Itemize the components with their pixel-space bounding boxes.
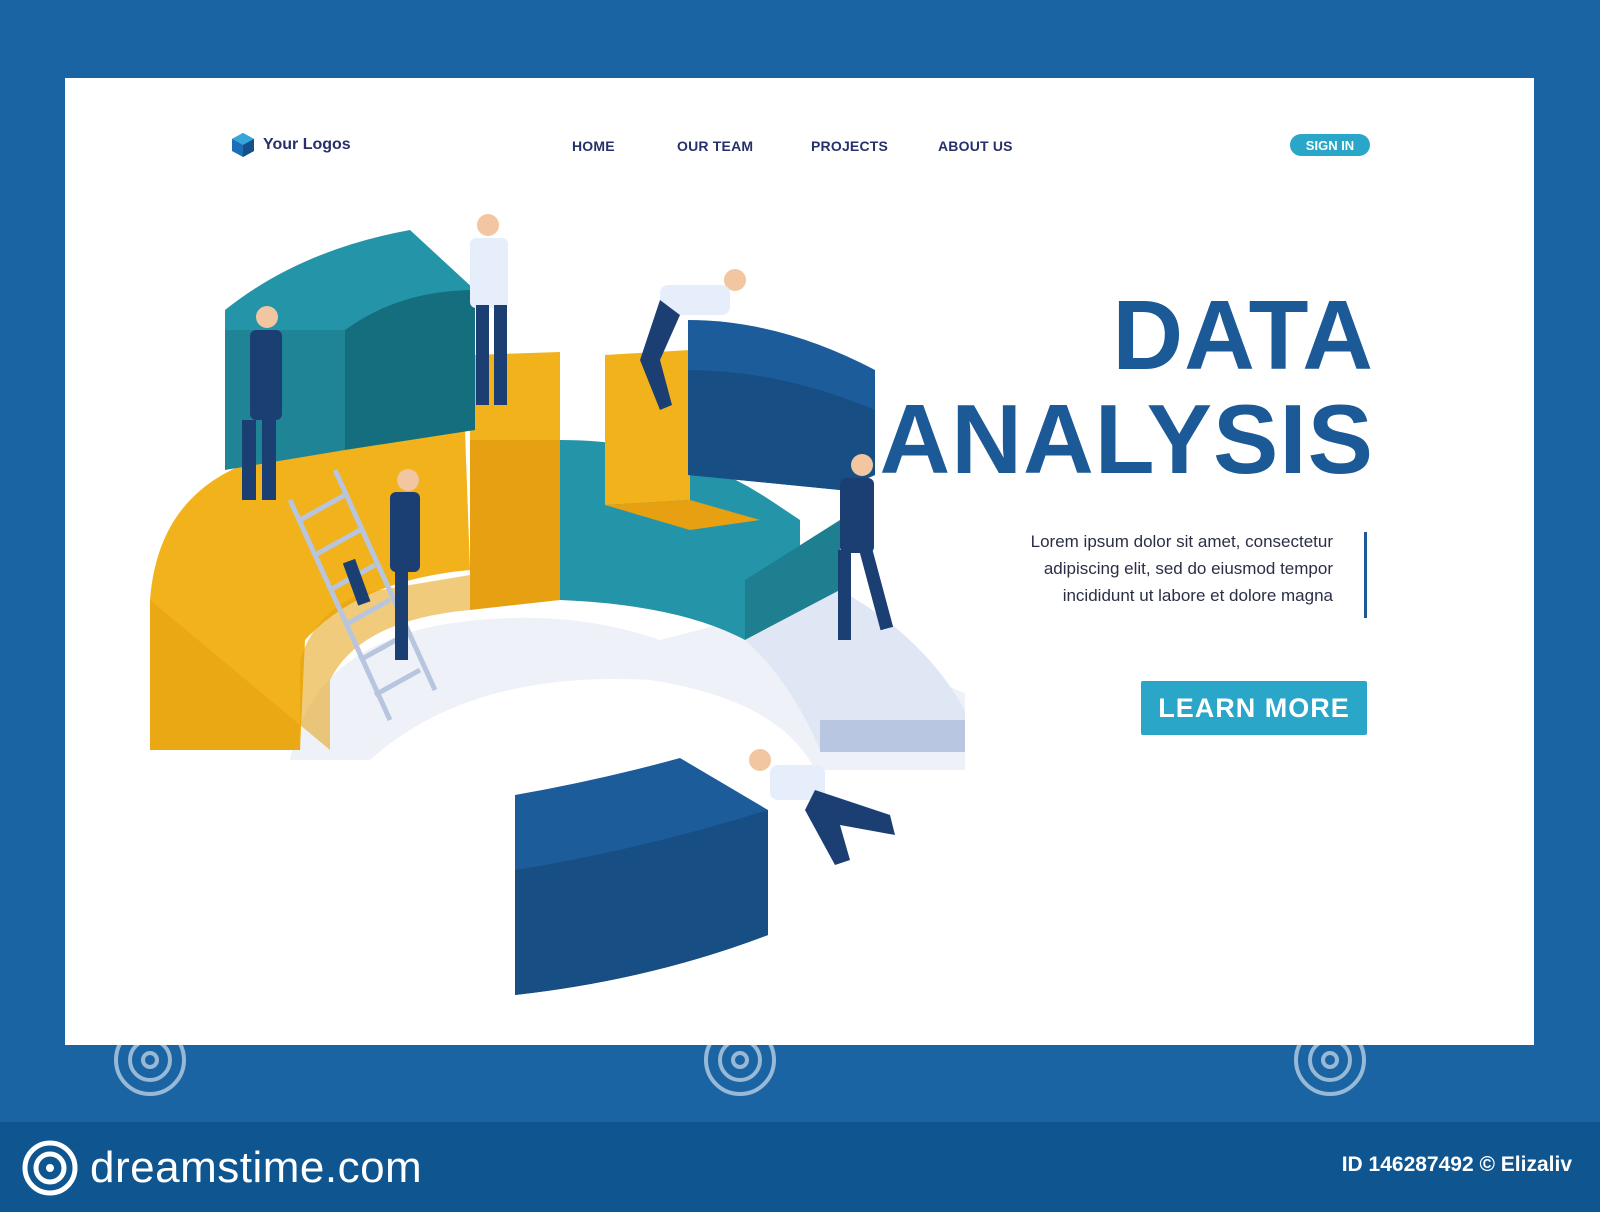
watermark-swirl-icon (114, 1024, 186, 1096)
logo-text: Your Logos (263, 136, 351, 153)
nav-our-team[interactable]: OUR TEAM (677, 138, 753, 154)
hero-description: Lorem ipsum dolor sit amet, consectetur … (1025, 528, 1333, 609)
landing-page-card: Your Logos HOME OUR TEAM PROJECTS ABOUT … (65, 78, 1534, 1045)
hero-title-line-1: DATA (1112, 280, 1374, 390)
learn-more-button[interactable]: LEARN MORE (1141, 681, 1367, 735)
nav-home[interactable]: HOME (572, 138, 615, 154)
watermark-swirl-icon (704, 1024, 776, 1096)
nav-about-us[interactable]: ABOUT US (938, 138, 1013, 154)
pie-chart-illustration (150, 214, 965, 995)
hexagon-cube-icon (232, 133, 254, 157)
description-line-3: incididunt ut labore et dolore magna (1062, 586, 1333, 605)
brand-logo[interactable]: Your Logos (231, 132, 351, 158)
watermark-swirl-icon (1294, 1024, 1366, 1096)
footer-bar: dreamstime.com ID 146287492 © Elizaliv (0, 1122, 1600, 1212)
nav-projects[interactable]: PROJECTS (811, 138, 888, 154)
description-line-2: adipiscing elit, sed do eiusmod tempor (1043, 559, 1333, 578)
dreamstime-logo-icon (22, 1140, 78, 1196)
description-accent-bar (1364, 532, 1367, 618)
description-line-1: Lorem ipsum dolor sit amet, consectetur (1030, 532, 1333, 551)
footer-brand-text: dreamstime.com (90, 1143, 423, 1192)
image-credit: ID 146287492 © Elizaliv (1341, 1153, 1572, 1176)
sign-in-button[interactable]: SIGN IN (1290, 134, 1370, 156)
footer-brand[interactable]: dreamstime.com (22, 1140, 422, 1196)
